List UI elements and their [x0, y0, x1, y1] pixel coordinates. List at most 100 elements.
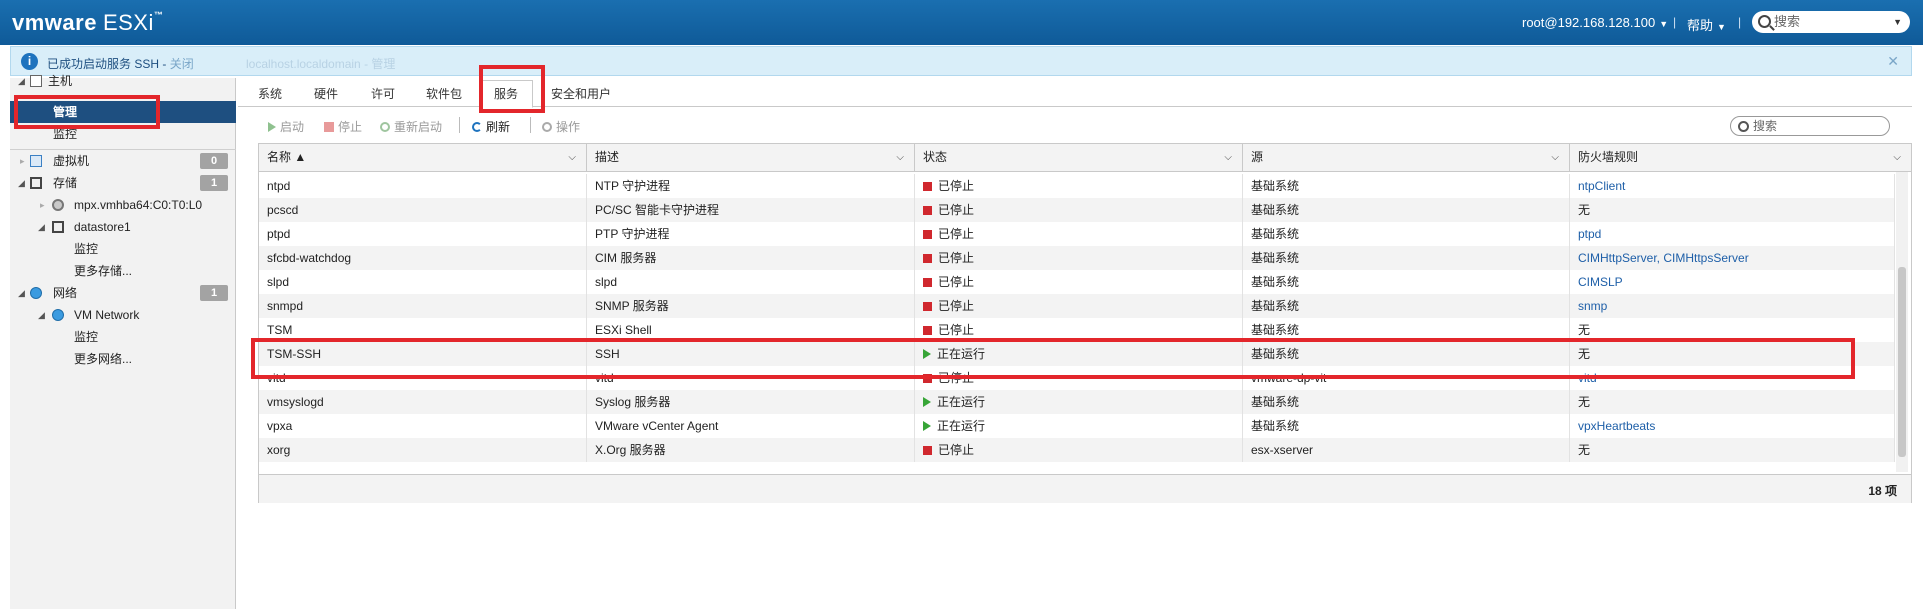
tab-system[interactable]: 系统	[258, 85, 282, 102]
status-text: 已停止	[938, 227, 975, 241]
cell-name: TSM	[259, 318, 587, 342]
table-row[interactable]: vitd vitd 已停止 vmware-dp-vit vitd	[259, 366, 1895, 390]
table-row[interactable]: xorg X.Org 服务器 已停止 esx-xserver 无	[259, 438, 1895, 462]
name-text: xorg	[267, 443, 291, 457]
logo-tm: ™	[153, 10, 164, 20]
nav-more-network[interactable]: 更多网络...	[10, 348, 236, 370]
restart-button[interactable]: 重新启动	[380, 118, 442, 135]
tab-packages[interactable]: 软件包	[426, 85, 462, 102]
search-icon	[1758, 15, 1771, 28]
table-row[interactable]: vpxa VMware vCenter Agent 正在运行 基础系统 vpxHeart…	[259, 414, 1895, 438]
chevron-down-icon[interactable]: ⌵	[896, 144, 904, 171]
network-monitor-label: 监控	[74, 330, 99, 344]
name-text: TSM-SSH	[267, 347, 321, 361]
column-header-firewall[interactable]: 防火墙规则 ⌵	[1570, 144, 1911, 171]
stop-button[interactable]: 停止	[324, 118, 362, 135]
close-icon[interactable]: ✕	[1887, 53, 1899, 70]
fw-text[interactable]: CIMSLP	[1578, 275, 1623, 289]
nav-storage[interactable]: ◢ 存储 1	[10, 172, 236, 194]
name-text: vmsyslogd	[267, 395, 324, 409]
actions-button[interactable]: 操作	[542, 118, 580, 135]
chevron-down-icon[interactable]: ◢	[38, 304, 45, 326]
cell-source: esx-xserver	[1243, 438, 1570, 462]
column-header-source[interactable]: 源 ⌵	[1243, 144, 1570, 171]
more-network-label: 更多网络...	[74, 352, 133, 366]
refresh-icon	[472, 122, 482, 132]
fw-text[interactable]: ptpd	[1578, 227, 1601, 241]
table-row[interactable]: snmpd SNMP 服务器 已停止 基础系统 snmp	[259, 294, 1895, 318]
chevron-down-icon[interactable]: ▼	[1893, 11, 1902, 33]
nav-vms[interactable]: ▸ 虚拟机 0	[10, 150, 236, 172]
table-row[interactable]: TSM-SSH SSH 正在运行 基础系统 无	[259, 342, 1895, 366]
stop-icon	[324, 122, 334, 132]
user-menu[interactable]: root@192.168.128.100 ▼	[1522, 15, 1668, 30]
cell-fw: 无	[1570, 438, 1895, 462]
nav-network[interactable]: ◢ 网络 1	[10, 282, 236, 304]
cell-desc: NTP 守护进程	[587, 174, 915, 198]
gear-icon	[542, 122, 552, 132]
cell-desc: PC/SC 智能卡守护进程	[587, 198, 915, 222]
tab-security-users[interactable]: 安全和用户	[551, 85, 611, 102]
window-title-ghost: localhost.localdomain - 管理	[246, 57, 396, 71]
chevron-down-icon[interactable]: ◢	[38, 216, 45, 238]
fw-text[interactable]: snmp	[1578, 299, 1607, 313]
table-row[interactable]: TSM ESXi Shell 已停止 基础系统 无	[259, 318, 1895, 342]
cell-source: 基础系统	[1243, 390, 1570, 414]
cell-desc: ESXi Shell	[587, 318, 915, 342]
nav-more-storage[interactable]: 更多存储...	[10, 260, 236, 282]
cell-desc: PTP 守护进程	[587, 222, 915, 246]
fw-text[interactable]: ntpClient	[1578, 179, 1625, 193]
status-text: 正在运行	[937, 419, 986, 433]
more-storage-label: 更多存储...	[74, 264, 133, 278]
scrollbar-thumb[interactable]	[1898, 267, 1906, 457]
chevron-right-icon[interactable]: ▸	[40, 194, 45, 216]
chevron-down-icon[interactable]: ⌵	[1551, 144, 1559, 171]
chevron-down-icon[interactable]: ⌵	[568, 144, 576, 171]
chevron-right-icon[interactable]: ▸	[20, 150, 25, 172]
source-text: 基础系统	[1251, 179, 1300, 193]
table-row[interactable]: slpd slpd 已停止 基础系统 CIMSLP	[259, 270, 1895, 294]
nav-manage[interactable]: 管理	[10, 101, 236, 123]
table-row[interactable]: pcscd PC/SC 智能卡守护进程 已停止 基础系统 无	[259, 198, 1895, 222]
column-header-name[interactable]: 名称 ▲ ⌵	[259, 144, 587, 171]
table-row[interactable]: vmsyslogd Syslog 服务器 正在运行 基础系统 无	[259, 390, 1895, 414]
desc-text: vitd	[595, 371, 614, 385]
tab-services[interactable]: 服务	[479, 80, 534, 108]
help-menu[interactable]: 帮助 ▼	[1687, 15, 1726, 34]
start-button[interactable]: 启动	[268, 118, 304, 135]
chevron-down-icon[interactable]: ◢	[18, 282, 25, 304]
chevron-down-icon[interactable]: ⌵	[1224, 144, 1232, 171]
chevron-down-icon[interactable]: ◢	[18, 70, 25, 92]
nav-host-monitor[interactable]: 监控	[10, 123, 236, 145]
cell-fw: 无	[1570, 198, 1895, 222]
grid-search-input[interactable]: 搜索	[1730, 116, 1890, 136]
column-header-status[interactable]: 状态 ⌵	[915, 144, 1243, 171]
dismiss-link[interactable]: 关闭	[170, 57, 194, 71]
chevron-down-icon[interactable]: ⌵	[1893, 144, 1901, 171]
table-row[interactable]: sfcbd-watchdog CIM 服务器 已停止 基础系统 CIMHttpServe…	[259, 246, 1895, 270]
table-row[interactable]: ntpd NTP 守护进程 已停止 基础系统 ntpClient	[259, 174, 1895, 198]
nav-host[interactable]: ◢ 主机	[10, 70, 236, 92]
refresh-button[interactable]: 刷新	[472, 118, 510, 135]
actions-label: 操作	[556, 120, 581, 134]
fw-text[interactable]: CIMHttpServer, CIMHttpsServer	[1578, 251, 1749, 265]
tab-hardware[interactable]: 硬件	[314, 85, 338, 102]
table-row[interactable]: ptpd PTP 守护进程 已停止 基础系统 ptpd	[259, 222, 1895, 246]
tab-licensing[interactable]: 许可	[371, 85, 395, 102]
chevron-down-icon[interactable]: ◢	[18, 172, 25, 194]
nav-storage-device[interactable]: ▸ mpx.vmhba64:C0:T0:L0	[10, 194, 236, 216]
nav-vm-network[interactable]: ◢ VM Network	[10, 304, 236, 326]
nav-datastore[interactable]: ◢ datastore1	[10, 216, 236, 238]
cell-status: 已停止	[915, 246, 1243, 270]
global-search-input[interactable]: 搜索 ▼	[1752, 11, 1910, 33]
fw-text[interactable]: vpxHeartbeats	[1578, 419, 1655, 433]
nav-datastore-monitor[interactable]: 监控	[10, 238, 236, 260]
fw-text[interactable]: vitd	[1578, 371, 1597, 385]
storage-icon	[30, 177, 42, 189]
vertical-scrollbar[interactable]	[1896, 172, 1908, 472]
globe-icon	[30, 287, 42, 299]
nav-network-monitor[interactable]: 监控	[10, 326, 236, 348]
column-header-description[interactable]: 描述 ⌵	[587, 144, 915, 171]
cell-fw: ptpd	[1570, 222, 1895, 246]
column-name-label: 名称 ▲	[267, 150, 307, 164]
